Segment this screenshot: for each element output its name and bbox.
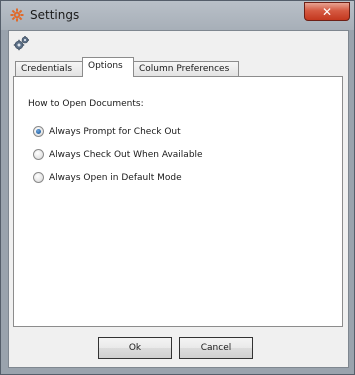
cancel-button[interactable]: Cancel <box>179 337 253 359</box>
how-to-open-heading: How to Open Documents: <box>28 99 144 109</box>
tab-strip: Credentials Options Column Preferences <box>15 57 315 77</box>
radio-button[interactable] <box>33 172 44 183</box>
radio-label: Always Open in Default Mode <box>49 172 182 183</box>
radio-prompt-checkout[interactable]: Always Prompt for Check Out <box>33 126 181 137</box>
settings-gear-icon <box>10 8 24 22</box>
close-icon: ✕ <box>321 4 333 19</box>
radio-button[interactable] <box>33 149 44 160</box>
window-title: Settings <box>30 8 80 22</box>
tab-credentials[interactable]: Credentials <box>15 61 83 76</box>
radio-checkout-when-available[interactable]: Always Check Out When Available <box>33 149 203 160</box>
settings-window: Settings ✕ Credentials Options Column Pr… <box>0 0 355 375</box>
radio-label: Always Check Out When Available <box>49 149 203 160</box>
title-bar[interactable]: Settings ✕ <box>1 1 354 30</box>
tab-options[interactable]: Options <box>82 57 134 77</box>
ok-button[interactable]: Ok <box>98 337 172 359</box>
radio-open-default-mode[interactable]: Always Open in Default Mode <box>33 172 182 183</box>
radio-label: Always Prompt for Check Out <box>49 126 181 137</box>
radio-button-checked[interactable] <box>33 126 44 137</box>
close-button[interactable]: ✕ <box>304 2 350 21</box>
dialog-body: Credentials Options Column Preferences H… <box>8 30 349 368</box>
tab-column-preferences[interactable]: Column Preferences <box>133 61 239 76</box>
gears-icon[interactable] <box>12 35 30 53</box>
options-panel: How to Open Documents: Always Prompt for… <box>13 76 343 327</box>
